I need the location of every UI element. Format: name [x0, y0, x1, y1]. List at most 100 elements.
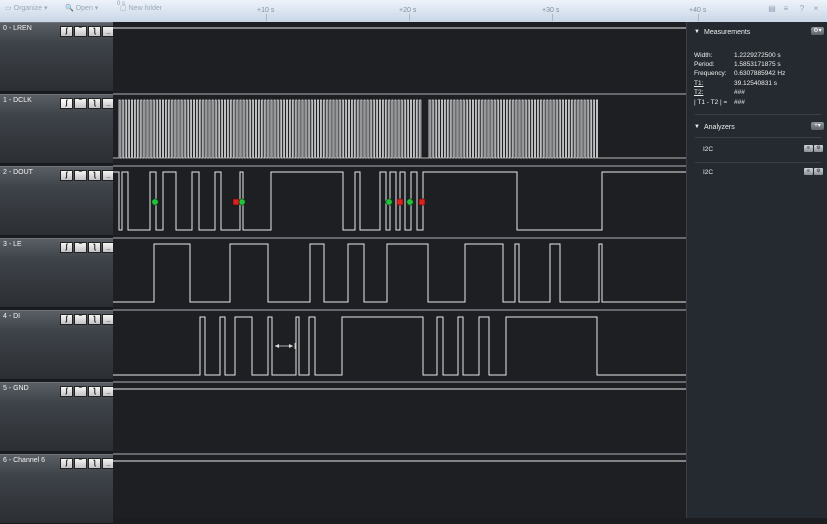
start-marker: [238, 198, 246, 206]
high-level-trigger-button[interactable]: ‾: [74, 242, 87, 253]
channel-header-5[interactable]: 5 - GND ʃ ‾ ƪ _: [0, 382, 115, 452]
open-menu[interactable]: 🔍 Open ▾: [65, 4, 98, 12]
measurement-key: | T1 - T2 | =: [694, 99, 728, 106]
falling-edge-trigger-button[interactable]: ƪ: [88, 386, 101, 397]
measurement-row: T2: ###: [694, 89, 745, 96]
analyzer-item[interactable]: I2C ≡ ⚙: [687, 140, 827, 160]
channel-header-2[interactable]: 2 - DOUT ʃ ‾ ƪ _: [0, 166, 115, 236]
measurement-cursor[interactable]: [275, 343, 296, 349]
measurement-key: Width:: [694, 52, 713, 59]
top-toolbar: ▭ Organize ▾ 🔍 Open ▾ ▢ New folder 0 s +10 …: [0, 0, 827, 22]
view-toggle-icon[interactable]: ▤: [766, 4, 778, 14]
falling-edge-trigger-button[interactable]: ƪ: [88, 170, 101, 181]
stop-marker: [418, 198, 426, 206]
stop-marker: [396, 198, 404, 206]
protocol-markers: [151, 198, 426, 206]
add-analyzer-icon[interactable]: +▾: [811, 122, 824, 130]
waveform-le: [113, 243, 686, 303]
t1-link[interactable]: T1:: [694, 80, 734, 87]
falling-edge-trigger-button[interactable]: ƪ: [88, 242, 101, 253]
rising-edge-trigger-button[interactable]: ʃ: [60, 386, 73, 397]
trigger-buttons: ʃ ‾ ƪ _: [60, 26, 115, 37]
analyzer-name: I2C: [703, 169, 714, 176]
rising-edge-trigger-button[interactable]: ʃ: [60, 314, 73, 325]
timeline-label: +10 s: [257, 7, 275, 14]
high-level-trigger-button[interactable]: ‾: [74, 458, 87, 469]
timeline-tick: [266, 14, 267, 21]
channel-header-1[interactable]: 1 - DCLK ʃ ‾ ƪ _: [0, 94, 115, 164]
measurement-row: T1: 39.12540831 s: [694, 80, 777, 87]
falling-edge-trigger-button[interactable]: ƪ: [88, 26, 101, 37]
channel-header-3[interactable]: 3 - LE ʃ ‾ ƪ _: [0, 238, 115, 308]
gear-icon[interactable]: ⚙: [814, 168, 823, 175]
t2-link[interactable]: T2:: [694, 89, 734, 96]
timeline-tick: [409, 14, 410, 21]
channel-header-0[interactable]: 0 - LREN ʃ ‾ ƪ _: [0, 22, 115, 92]
timeline-label: +40 s: [689, 7, 707, 14]
timeline-label: +30 s: [542, 7, 560, 14]
divider: [695, 114, 821, 115]
divider: [695, 137, 821, 138]
close-icon[interactable]: ×: [810, 4, 822, 14]
channel-name: 4 - DI: [3, 313, 21, 320]
falling-edge-trigger-button[interactable]: ƪ: [88, 98, 101, 109]
dclk-signal: [113, 99, 686, 159]
high-level-trigger-button[interactable]: ‾: [74, 314, 87, 325]
rising-edge-trigger-button[interactable]: ʃ: [60, 170, 73, 181]
measurement-key: Period:: [694, 61, 715, 68]
measurements-title: Measurements: [704, 29, 751, 36]
analyzers-title: Analyzers: [704, 124, 735, 131]
analyzer-settings-icon[interactable]: ≡: [804, 145, 813, 152]
gear-icon[interactable]: ⚙▾: [811, 27, 824, 35]
organize-menu[interactable]: ▭ Organize ▾: [5, 4, 48, 12]
waveform-area[interactable]: [113, 22, 686, 518]
trigger-buttons: ʃ ‾ ƪ _: [60, 314, 115, 325]
trigger-buttons: ʃ ‾ ƪ _: [60, 170, 115, 181]
high-level-trigger-button[interactable]: ‾: [74, 26, 87, 37]
measurements-header[interactable]: ▼ Measurements ⚙▾: [687, 25, 827, 40]
channel-name: 3 - LE: [3, 241, 22, 248]
stop-marker: [232, 198, 240, 206]
channel-name: 2 - DOUT: [3, 169, 33, 176]
waveform-di: [113, 316, 686, 376]
start-marker: [385, 198, 393, 206]
channel-header-4[interactable]: 4 - DI ʃ ‾ ƪ _: [0, 310, 115, 380]
analyzers-header[interactable]: ▼ Analyzers +▾: [687, 120, 827, 135]
start-marker: [151, 198, 159, 206]
measurement-row: Width: 1.2229272500 s: [694, 52, 781, 59]
measurement-value: 0.6307885942 Hz: [734, 70, 786, 77]
high-level-trigger-button[interactable]: ‾: [74, 98, 87, 109]
view-list-icon[interactable]: ≡: [780, 4, 792, 14]
measurement-row: | T1 - T2 | = ###: [694, 99, 745, 106]
rising-edge-trigger-button[interactable]: ʃ: [60, 458, 73, 469]
rising-edge-trigger-button[interactable]: ʃ: [60, 242, 73, 253]
high-level-trigger-button[interactable]: ‾: [74, 386, 87, 397]
open-icon: 🔍: [65, 5, 74, 12]
analyzer-item[interactable]: I2C ≡ ⚙: [687, 163, 827, 183]
rising-edge-trigger-button[interactable]: ʃ: [60, 98, 73, 109]
rising-edge-trigger-button[interactable]: ʃ: [60, 26, 73, 37]
trigger-buttons: ʃ ‾ ƪ _: [60, 458, 115, 469]
channel-name: 0 - LREN: [3, 25, 32, 32]
measurement-value: ###: [734, 89, 745, 96]
trigger-buttons: ʃ ‾ ƪ _: [60, 98, 115, 109]
help-icon[interactable]: ?: [796, 4, 808, 14]
measurement-value: 1.5853171875 s: [734, 61, 781, 68]
channel-header-6[interactable]: 6 - Channel 6 ʃ ‾ ƪ _: [0, 454, 115, 524]
falling-edge-trigger-button[interactable]: ƪ: [88, 314, 101, 325]
analyzer-buttons: ≡ ⚙: [804, 168, 823, 175]
analyzer-name: I2C: [703, 146, 714, 153]
analyzer-buttons: ≡ ⚙: [804, 145, 823, 152]
trigger-buttons: ʃ ‾ ƪ _: [60, 386, 115, 397]
timeline-origin-label: 0 s: [117, 1, 126, 7]
analyzer-settings-icon[interactable]: ≡: [804, 168, 813, 175]
new-folder-button[interactable]: ▢ New folder: [120, 4, 162, 12]
falling-edge-trigger-button[interactable]: ƪ: [88, 458, 101, 469]
gear-icon[interactable]: ⚙: [814, 145, 823, 152]
collapse-arrow-icon[interactable]: ▼: [694, 124, 700, 130]
measurement-value: 39.12540831 s: [734, 80, 778, 87]
measurement-key: Frequency:: [694, 70, 727, 77]
channel-name: 1 - DCLK: [3, 97, 32, 104]
high-level-trigger-button[interactable]: ‾: [74, 170, 87, 181]
collapse-arrow-icon[interactable]: ▼: [694, 29, 700, 35]
